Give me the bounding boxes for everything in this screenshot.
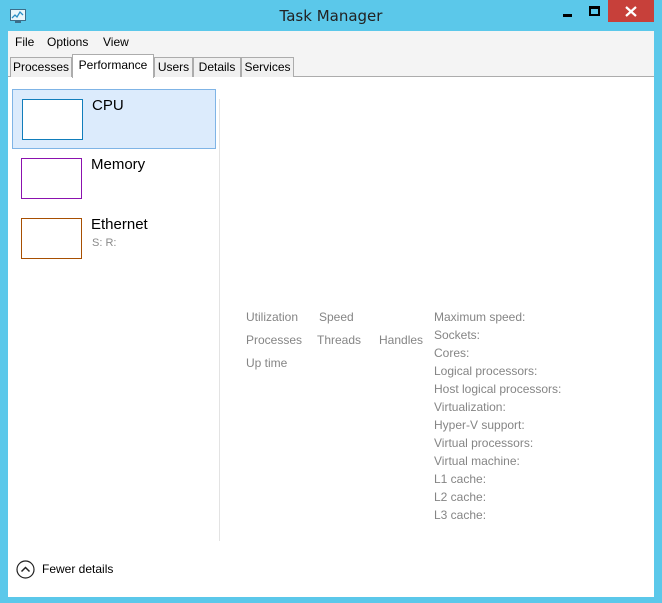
menu-bar: File Options View (8, 31, 654, 53)
sidebar-item-label: Memory (91, 156, 146, 173)
sidebar-item-label: Ethernet (91, 216, 148, 233)
chevron-up-icon[interactable] (16, 560, 35, 579)
maximize-icon (589, 6, 600, 16)
tab-services[interactable]: Services (241, 57, 294, 77)
tab-details[interactable]: Details (193, 57, 241, 77)
up-time-label: Up time (246, 356, 288, 370)
sidebar-item-ethernet[interactable]: Ethernet S: R: (12, 209, 216, 269)
detail-label: Host logical processors: (434, 382, 562, 396)
detail-label: Virtual machine: (434, 454, 520, 468)
sidebar-item-label: CPU (92, 97, 124, 114)
close-icon (625, 5, 637, 17)
fewer-details-link[interactable]: Fewer details (42, 562, 113, 576)
sidebar-item-memory[interactable]: Memory (12, 149, 216, 209)
task-manager-window: Task Manager File Options View Processes… (0, 0, 662, 603)
title-bar[interactable]: Task Manager (0, 0, 662, 32)
memory-graph-thumbnail (21, 158, 82, 199)
menu-view[interactable]: View (103, 35, 129, 49)
utilization-label: Utilization (246, 310, 299, 324)
cpu-graph-thumbnail (22, 99, 83, 140)
detail-label: Sockets: (434, 328, 481, 342)
client-area: File Options View Processes Performance … (8, 31, 654, 597)
detail-label: Hyper-V support: (434, 418, 525, 432)
performance-sidebar: CPU Memory Ethernet S: R: (8, 78, 220, 533)
minimize-icon (563, 13, 572, 17)
sidebar-item-cpu[interactable]: CPU (12, 89, 216, 149)
tab-performance[interactable]: Performance (72, 54, 154, 78)
detail-label: L1 cache: (434, 472, 487, 486)
handles-label: Handles (379, 333, 424, 347)
minimize-button[interactable] (554, 0, 581, 22)
ethernet-graph-thumbnail (21, 218, 82, 259)
menu-options[interactable]: Options (47, 35, 88, 49)
detail-label: Virtual processors: (434, 436, 534, 450)
speed-label: Speed (319, 310, 354, 324)
footer-bar: Fewer details (8, 553, 654, 597)
pane-divider (219, 99, 220, 541)
tab-users[interactable]: Users (154, 57, 193, 77)
menu-file[interactable]: File (15, 35, 34, 49)
detail-label: Logical processors: (434, 364, 538, 378)
close-button[interactable] (608, 0, 654, 22)
detail-label: Cores: (434, 346, 470, 360)
detail-label: Virtualization: (434, 400, 506, 414)
detail-label: L2 cache: (434, 490, 487, 504)
maximize-button[interactable] (581, 0, 608, 22)
detail-label: L3 cache: (434, 508, 487, 522)
detail-label: Maximum speed: (434, 310, 526, 324)
processes-label: Processes (246, 333, 303, 347)
tab-strip: Processes Performance Users Details Serv… (8, 53, 654, 78)
ethernet-throughput: S: R: (92, 237, 117, 249)
tab-processes[interactable]: Processes (10, 57, 72, 77)
threads-label: Threads (317, 333, 362, 347)
